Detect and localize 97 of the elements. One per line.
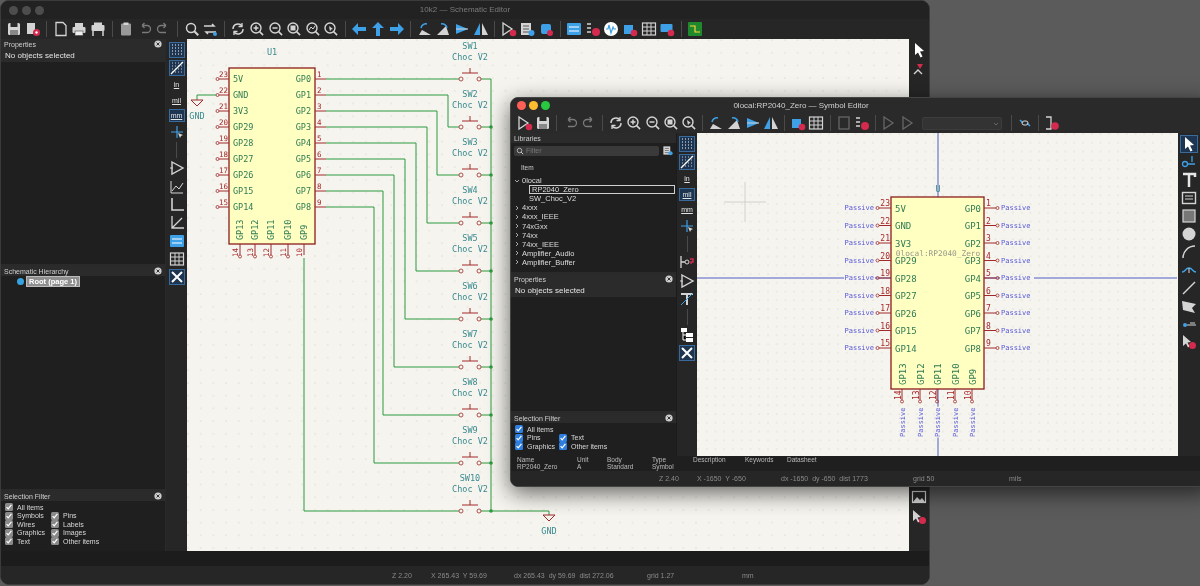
- pin-number: 4: [986, 251, 991, 261]
- switch-value: Choc V2: [452, 196, 488, 206]
- pin-number: 7: [986, 304, 991, 313]
- pin-number: 6: [986, 286, 991, 296]
- pin-name: GP10: [283, 219, 293, 240]
- pin-name: GP4: [295, 138, 311, 148]
- pin-name: GP26: [233, 170, 254, 180]
- pin-name: 3V3: [895, 238, 912, 249]
- pin-name: GP29: [233, 122, 254, 132]
- pin-number: 19: [880, 269, 890, 278]
- switch-reference: SW2: [462, 89, 478, 99]
- pin-name: GP0: [295, 74, 311, 84]
- switch-reference: SW1: [462, 41, 478, 51]
- pin-name: GP1: [295, 90, 311, 100]
- pin-name: GP3: [964, 256, 981, 266]
- pin-number: 23: [880, 199, 890, 208]
- pin-number: 12: [928, 390, 938, 400]
- pin-name: GP8: [295, 202, 311, 212]
- switch-value: Choc V2: [452, 340, 488, 350]
- switch-reference: SW4: [462, 185, 478, 195]
- pin-name: GP7: [295, 186, 311, 196]
- pin-number: 1: [986, 199, 991, 208]
- switch-reference: SW7: [462, 329, 478, 339]
- panel-message: No objects selected: [511, 284, 676, 297]
- pin-name: GND: [895, 221, 912, 231]
- pin-name: GP9: [967, 368, 978, 385]
- window-title: 0local:RP2040_Zero — Symbol Editor: [732, 101, 870, 110]
- net-label: GND: [189, 111, 205, 121]
- pin-name: GP12: [250, 219, 260, 240]
- pin-name: GP6: [964, 308, 981, 319]
- pin-number: 8: [986, 321, 991, 331]
- pin-name: GP11: [932, 363, 943, 385]
- switch-reference: SW6: [462, 281, 478, 291]
- pin-name: GP14: [895, 343, 917, 354]
- switch-value: Choc V2: [452, 52, 488, 62]
- pin-name: GP8: [964, 343, 981, 354]
- pin-number: 9: [986, 339, 991, 348]
- pin-name: GP11: [266, 219, 276, 240]
- switch-value: Choc V2: [452, 388, 488, 398]
- pin-name: GP15: [233, 186, 254, 196]
- switch-reference: SW8: [462, 377, 478, 387]
- switch-reference: SW9: [462, 425, 478, 435]
- pin-number: 21: [880, 234, 890, 243]
- pin-name: GP26: [895, 308, 917, 319]
- switch-value: Choc V2: [452, 436, 488, 446]
- pin-name: GP7: [964, 326, 981, 336]
- symbol-reference: U1: [266, 47, 278, 57]
- pin-name: 3V3: [233, 106, 249, 116]
- pin-name: GP13: [897, 363, 908, 385]
- pin-name: GP13: [235, 219, 245, 240]
- net-label: GND: [541, 526, 557, 536]
- pin-name: GP5: [295, 154, 311, 164]
- pin-name: GP2: [295, 106, 311, 116]
- symbol-reference: U: [935, 184, 941, 194]
- switch-reference: SW3: [462, 137, 478, 147]
- pin-number: 5: [986, 269, 991, 278]
- switch-reference: SW10: [459, 473, 481, 483]
- pin-number: 3: [986, 234, 991, 243]
- pin-number: 11: [946, 390, 956, 400]
- pin-name: GP27: [895, 291, 917, 301]
- pin-number: 18: [880, 286, 890, 296]
- pin-number: 22: [880, 216, 890, 226]
- pin-number: 17: [880, 304, 890, 313]
- pin-name: GP28: [895, 273, 917, 284]
- window-title: 10k2 — Schematic Editor: [418, 5, 512, 14]
- pin-name: GP28: [233, 138, 254, 148]
- pin-name: GP2: [964, 238, 981, 249]
- pin-name: GP27: [233, 154, 254, 164]
- pin-number: 15: [880, 339, 890, 348]
- pin-name: GP5: [964, 291, 981, 301]
- pin-name: GP14: [233, 202, 254, 212]
- pin-number: 13: [911, 390, 921, 400]
- pin-name: GP1: [964, 221, 981, 231]
- pin-name: GP10: [950, 363, 961, 385]
- switch-value: Choc V2: [452, 244, 488, 254]
- pin-name: GP3: [295, 122, 311, 132]
- pin-number: 2: [986, 216, 991, 226]
- pin-name: GP29: [895, 256, 917, 266]
- switch-value: Choc V2: [452, 148, 488, 158]
- pin-number: 14: [893, 390, 903, 400]
- pin-name: 5V: [233, 74, 244, 84]
- switch-value: Choc V2: [452, 292, 488, 302]
- pin-name: GP12: [915, 363, 926, 385]
- pin-name: GP0: [964, 203, 981, 214]
- switch-value: Choc V2: [452, 484, 488, 494]
- pin-name: GP15: [895, 326, 917, 336]
- pin-number: 10: [963, 390, 973, 400]
- pin-name: GP9: [299, 224, 309, 240]
- pin-name: GP6: [295, 170, 311, 180]
- pin-name: GP4: [964, 273, 981, 284]
- pin-number: 16: [880, 321, 890, 331]
- switch-reference: SW5: [462, 233, 478, 243]
- pin-number: 20: [880, 251, 890, 261]
- switch-value: Choc V2: [452, 100, 488, 110]
- pin-name: 5V: [895, 203, 906, 214]
- pin-name: GND: [233, 90, 249, 100]
- panel-message: No objects selected: [1, 49, 165, 62]
